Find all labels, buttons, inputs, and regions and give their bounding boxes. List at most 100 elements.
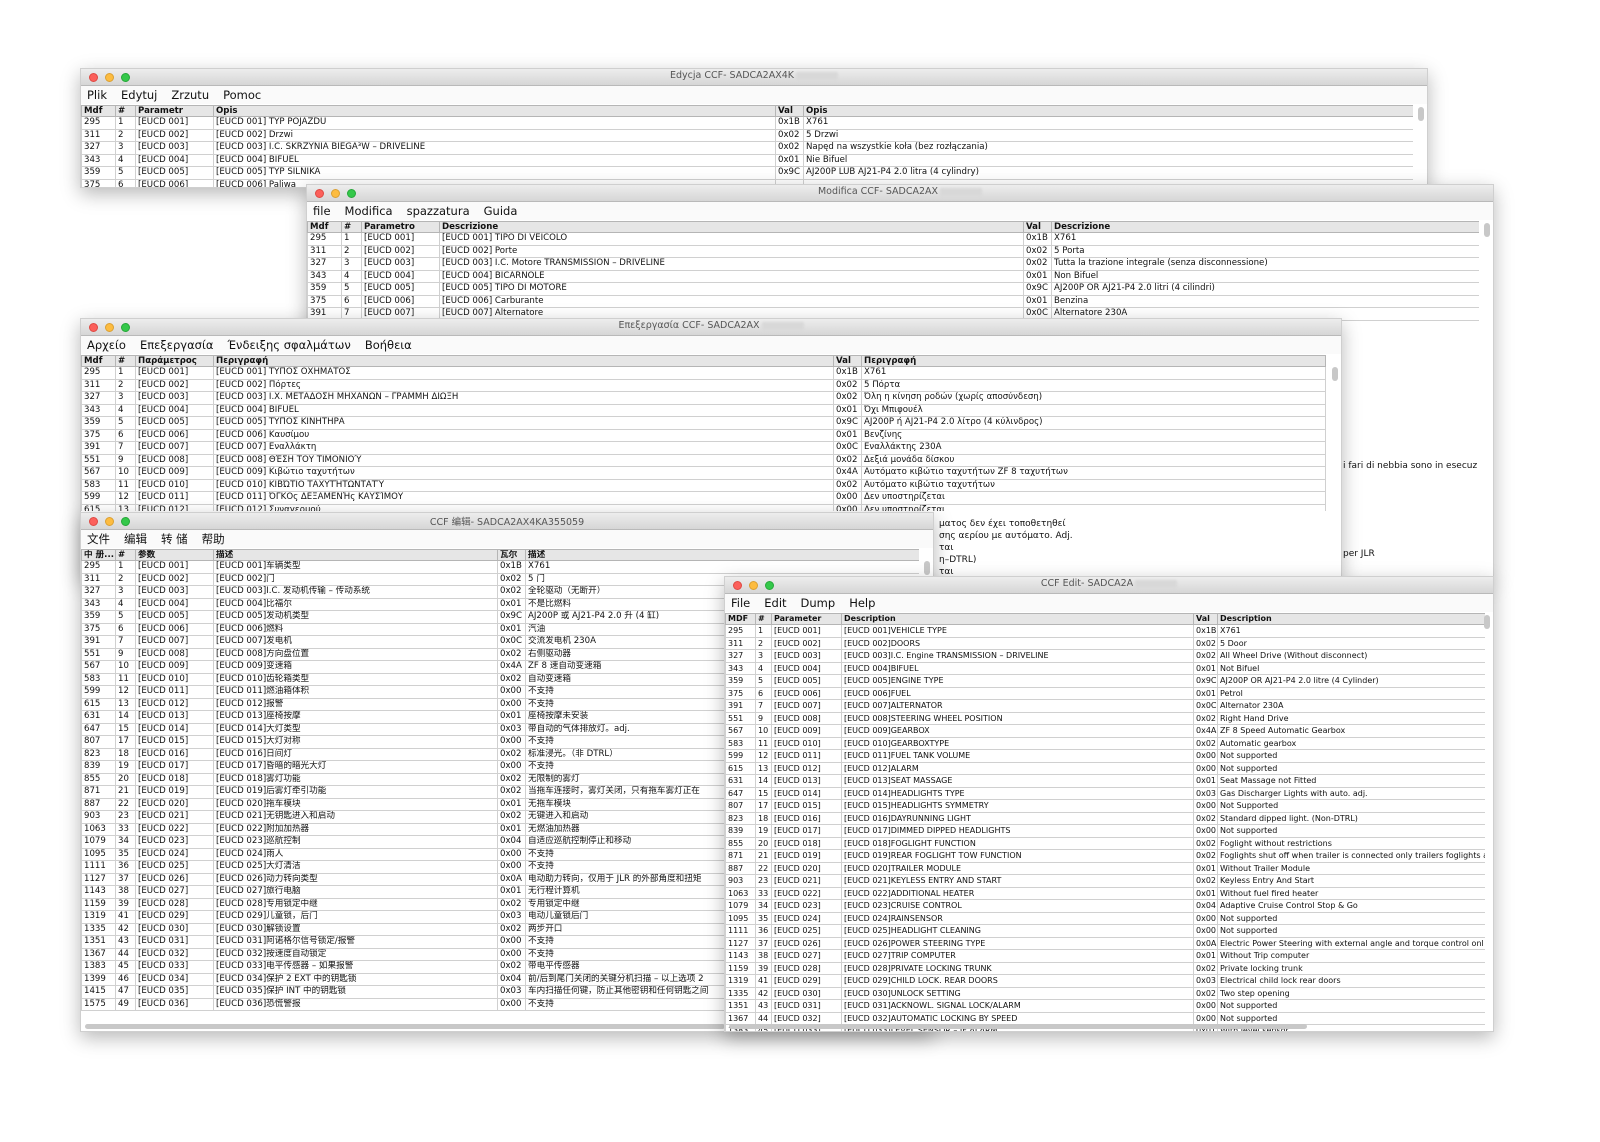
table-row[interactable]: 359 5 [EUCD 005] [EUCD 005] TIPO DI MOTORE 0…: [307, 282, 1479, 296]
table-row[interactable]: 295 1 [EUCD 001] [EUCD 001]车辆类型 0x1B X761: [81, 560, 919, 574]
table-row[interactable]: 1079 34 [EUCD 023] [EUCD 023]CRUISE CONTROL…: [725, 899, 1485, 913]
table-row[interactable]: 1111 36 [EUCD 025] [EUCD 025]HEADLIGHT CLEA…: [725, 924, 1485, 938]
table-row[interactable]: 807 17 [EUCD 015] [EUCD 015]HEADLIGHTS SYMM…: [725, 799, 1485, 813]
menu-dump[interactable]: Zrzutu: [171, 88, 209, 102]
table-row[interactable]: 1143 38 [EUCD 027] [EUCD 027]TRIP COMPUTER 0…: [725, 949, 1485, 963]
table-row[interactable]: 359 5 [EUCD 005] [EUCD 005] ΤΥΠΟΣ ΚΙΝΗΤΗΡΑ 0…: [81, 416, 1326, 430]
table-row[interactable]: 839 19 [EUCD 017] [EUCD 017]DIMMED DIPPED H…: [725, 824, 1485, 838]
col-header-value-description[interactable]: Description: [1217, 613, 1485, 625]
table-row[interactable]: 343 4 [EUCD 004] [EUCD 004] BIFUEL 0x01 Όχι Μ…: [81, 403, 1326, 417]
table-row[interactable]: 295 1 [EUCD 001] [EUCD 001] TIPO DI VEICOLO…: [307, 232, 1479, 246]
col-header-value[interactable]: Val: [1193, 613, 1218, 625]
col-header-description[interactable]: Description: [841, 613, 1194, 625]
title-bar[interactable]: CCF 编辑- SADCA2AX4KA355059: [81, 513, 933, 530]
menu-file[interactable]: File: [731, 596, 750, 610]
table-row[interactable]: 903 23 [EUCD 021] [EUCD 021]KEYLESS ENTRY A…: [725, 874, 1485, 888]
table-row[interactable]: 551 9 [EUCD 008] [EUCD 008]STEERING WHEEL P…: [725, 711, 1485, 725]
table-row[interactable]: 375 6 [EUCD 006] [EUCD 006] Carburante 0x01 B…: [307, 294, 1479, 308]
col-header-description[interactable]: Descrizione: [439, 221, 1024, 233]
table-row[interactable]: 359 5 [EUCD 005] [EUCD 005]ENGINE TYPE 0x9C A…: [725, 674, 1485, 688]
table-row[interactable]: 615 13 [EUCD 012] [EUCD 012]ALARM 0x00 Not su…: [725, 761, 1485, 775]
menu-help[interactable]: Help: [849, 596, 875, 610]
table-row[interactable]: 343 4 [EUCD 004] [EUCD 004]BIFUEL 0x01 Not Bi…: [725, 661, 1485, 675]
table-row[interactable]: 599 12 [EUCD 011] [EUCD 011]FUEL TANK VOLUM…: [725, 749, 1485, 763]
table-row[interactable]: 1335 42 [EUCD 030] [EUCD 030]UNLOCK SETTING…: [725, 986, 1485, 1000]
table-row[interactable]: 375 6 [EUCD 006] [EUCD 006] Καυσίμου 0x01 Βεν…: [81, 428, 1326, 442]
col-header-value-description[interactable]: Opis: [803, 105, 1413, 117]
col-header-parameter[interactable]: Parametr: [135, 105, 214, 117]
col-header-parameter[interactable]: Parameter: [771, 613, 842, 625]
table-row[interactable]: 1319 41 [EUCD 029] [EUCD 029]CHILD LOCK. RE…: [725, 974, 1485, 988]
menu-file[interactable]: file: [313, 204, 331, 218]
col-header-value-description[interactable]: 描述: [525, 549, 919, 561]
table-row[interactable]: 327 3 [EUCD 003] [EUCD 003] I.C. SKRZYNIA B…: [81, 141, 1413, 155]
vertical-scrollbar[interactable]: [1332, 367, 1338, 381]
col-header-description[interactable]: Opis: [213, 105, 776, 117]
title-bar[interactable]: CCF Edit- SADCA2A: [725, 577, 1493, 594]
table-row[interactable]: 311 2 [EUCD 002] [EUCD 002] Drzwi 0x02 5 Drzw…: [81, 128, 1413, 142]
col-header-value[interactable]: Val: [1023, 221, 1052, 233]
col-header-parameter[interactable]: Parametro: [361, 221, 440, 233]
table-row[interactable]: 295 1 [EUCD 001] [EUCD 001]VEHICLE TYPE 0x1B…: [725, 624, 1485, 638]
menu-file[interactable]: Αρχείο: [87, 338, 126, 352]
table-row[interactable]: 343 4 [EUCD 004] [EUCD 004] BICARNOLE 0x01 No…: [307, 269, 1479, 283]
col-header-value[interactable]: Val: [833, 355, 862, 367]
table-row[interactable]: 599 12 [EUCD 011] [EUCD 011] ΌΓΚΟς ΔΕΞΑΜΕΝΉ…: [81, 491, 1326, 505]
vertical-scrollbar[interactable]: [1484, 223, 1490, 237]
col-header-index[interactable]: #: [115, 549, 136, 561]
table-row[interactable]: 887 22 [EUCD 020] [EUCD 020]TRAILER MODULE 0…: [725, 861, 1485, 875]
table-row[interactable]: 871 21 [EUCD 019] [EUCD 019]REAR FOGLIGHT T…: [725, 849, 1485, 863]
title-bar[interactable]: Modifica CCF- SADCA2AX: [307, 185, 1493, 202]
table-row[interactable]: 1063 33 [EUCD 022] [EUCD 022]ADDITIONAL HEA…: [725, 886, 1485, 900]
title-bar[interactable]: Edycja CCF- SADCA2AX4K: [81, 69, 1427, 86]
menu-help[interactable]: Βοήθεια: [365, 338, 412, 352]
menu-edit[interactable]: Edit: [764, 596, 786, 610]
table-row[interactable]: 311 2 [EUCD 002] [EUCD 002] Πόρτες 0x02 5 Πόρ…: [81, 378, 1326, 392]
table-row[interactable]: 631 14 [EUCD 013] [EUCD 013]SEAT MASSAGE 0x0…: [725, 774, 1485, 788]
table-row[interactable]: 359 5 [EUCD 005] [EUCD 005] TYP SILNIKA 0x9C…: [81, 166, 1413, 180]
menu-dump[interactable]: 转 储: [161, 531, 188, 547]
table-row[interactable]: 583 11 [EUCD 010] [EUCD 010] ΚΙΒΏΤΙΟ ΤΑΧΥΤΉ…: [81, 478, 1326, 492]
col-header-mdf[interactable]: Mdf: [81, 105, 116, 117]
table-row[interactable]: 567 10 [EUCD 009] [EUCD 009]GEARBOX 0x4A ZF 8…: [725, 724, 1485, 738]
table-row[interactable]: 327 3 [EUCD 003] [EUCD 003] I.X. ΜΕΤΑΔΟΣΗ Μ…: [81, 391, 1326, 405]
table-row[interactable]: 1159 39 [EUCD 028] [EUCD 028]PRIVATE LOCKIN…: [725, 961, 1485, 975]
col-header-parameter[interactable]: 参数: [135, 549, 214, 561]
horizontal-scrollbar[interactable]: [729, 1024, 1307, 1029]
col-header-index[interactable]: #: [341, 221, 362, 233]
table-row[interactable]: 1367 44 [EUCD 032] [EUCD 032]AUTOMATIC LOCK…: [725, 1011, 1485, 1025]
menu-file[interactable]: 文件: [87, 531, 110, 547]
col-header-index[interactable]: #: [755, 613, 772, 625]
table-row[interactable]: 615 13 [EUCD 012] [EUCD 012] Συναγερμού 0x00…: [81, 503, 1326, 511]
col-header-index[interactable]: #: [115, 355, 136, 367]
menu-help[interactable]: Guida: [484, 204, 518, 218]
horizontal-scrollbar[interactable]: [85, 1024, 725, 1029]
table-row[interactable]: 583 11 [EUCD 010] [EUCD 010]GEARBOXTYPE 0x02…: [725, 736, 1485, 750]
menu-edit[interactable]: Edytuj: [121, 88, 157, 102]
title-bar[interactable]: Επεξεργασία CCF- SADCA2AX: [81, 319, 1341, 336]
table-row[interactable]: 343 4 [EUCD 004] [EUCD 004] BIFUEL 0x01 Nie B…: [81, 153, 1413, 167]
col-header-description[interactable]: 描述: [213, 549, 498, 561]
col-header-index[interactable]: #: [115, 105, 136, 117]
menu-file[interactable]: Plik: [87, 88, 107, 102]
col-header-mdf[interactable]: 中 册...: [81, 549, 116, 561]
table-row[interactable]: 391 7 [EUCD 007] [EUCD 007]ALTERNATOR 0x0C Al…: [725, 699, 1485, 713]
table-row[interactable]: 391 7 [EUCD 007] [EUCD 007] Εναλλάκτη 0x0C Εν…: [81, 441, 1326, 455]
table-row[interactable]: 375 6 [EUCD 006] [EUCD 006]FUEL 0x01 Petrol: [725, 686, 1485, 700]
table-row[interactable]: 311 2 [EUCD 002] [EUCD 002]DOORS 0x02 5 Door: [725, 636, 1485, 650]
vertical-scrollbar[interactable]: [1418, 107, 1424, 121]
menu-dump[interactable]: Dump: [801, 596, 836, 610]
table-row[interactable]: 1127 37 [EUCD 026] [EUCD 026]POWER STEERING…: [725, 936, 1485, 950]
table-row[interactable]: 1351 43 [EUCD 031] [EUCD 031]ACKNOWL. SIGNA…: [725, 999, 1485, 1013]
col-header-mdf[interactable]: Mdf: [81, 355, 116, 367]
menu-dump[interactable]: spazzatura: [407, 204, 470, 218]
col-header-parameter[interactable]: Παράμετρος: [135, 355, 214, 367]
table-row[interactable]: 295 1 [EUCD 001] [EUCD 001] TYP POJAZDU 0x1B…: [81, 116, 1413, 130]
menu-edit[interactable]: 编辑: [124, 531, 147, 547]
col-header-mdf[interactable]: MDF: [725, 613, 756, 625]
col-header-description[interactable]: Περιγραφή: [213, 355, 834, 367]
menu-edit[interactable]: Επεξεργασία: [140, 338, 213, 352]
table-row[interactable]: 567 10 [EUCD 009] [EUCD 009] Κιβώτιο ταχυτή…: [81, 466, 1326, 480]
menu-edit[interactable]: Modifica: [345, 204, 393, 218]
menu-help[interactable]: 帮助: [202, 531, 225, 547]
